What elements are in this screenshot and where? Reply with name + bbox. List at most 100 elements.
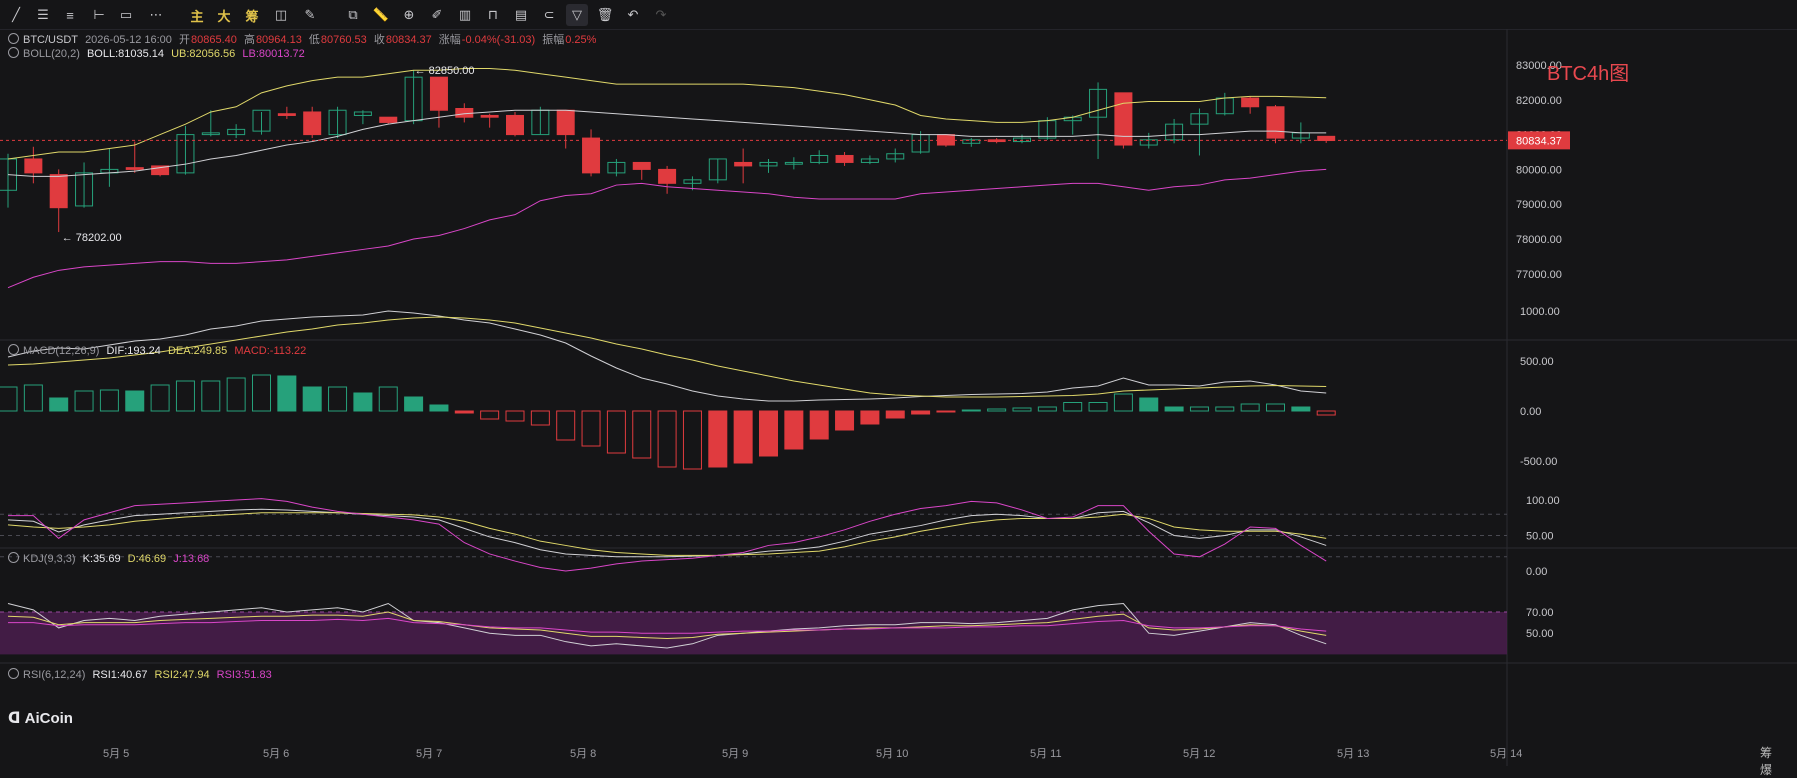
macd-histogram-bar	[226, 377, 246, 412]
redo-icon[interactable]: ↷	[650, 4, 672, 26]
macd-histogram-bar	[1240, 403, 1260, 412]
copy-icon[interactable]: ⧉	[342, 4, 364, 26]
main-indicator-button[interactable]: 主	[186, 4, 208, 26]
eye-icon[interactable]	[8, 33, 19, 44]
y-tick-label: 80000.00	[1516, 164, 1562, 176]
undo-icon[interactable]: ↶	[622, 4, 644, 26]
macd-histogram-bar	[759, 410, 778, 457]
x-tick-label: 5月 7	[416, 748, 442, 760]
low-label: 低	[308, 34, 320, 46]
macd-histogram-bar	[556, 410, 576, 441]
x-tick-label: 5月 11	[1030, 748, 1062, 760]
chart-compare-icon[interactable]: ◫	[270, 4, 292, 26]
eye-icon[interactable]	[8, 668, 19, 679]
macd-histogram-bar	[581, 410, 601, 447]
macd-histogram-bar	[378, 386, 398, 412]
eye-icon[interactable]	[8, 47, 19, 58]
y-tick-label: 78000.00	[1516, 234, 1562, 246]
amp-label: 振幅	[542, 34, 565, 46]
candle-body	[379, 116, 398, 123]
rsi1-value: RSI1:40.67	[92, 669, 148, 681]
macd-histogram-bar	[657, 410, 677, 468]
logo-text: AiCoin	[24, 710, 73, 727]
y-tick-label: 77000.00	[1516, 269, 1562, 281]
menu-icon[interactable]: ☰	[32, 4, 54, 26]
list-icon[interactable]: ≡	[59, 4, 81, 26]
kdj-y-tick-label: 50.00	[1526, 531, 1554, 543]
macd-histogram-bar	[1266, 403, 1285, 412]
macd-histogram-bar	[911, 410, 931, 415]
macd-histogram-bar	[708, 410, 728, 468]
macd-name: MACD(12,26,9)	[23, 345, 100, 357]
aicoin-logo: ᗡ AiCoin	[8, 710, 73, 727]
macd-histogram-bar	[1088, 402, 1108, 412]
candle-body	[125, 167, 144, 170]
macd-macd-value: MACD:-113.22	[234, 345, 307, 357]
low-value: 80760.53	[320, 34, 367, 46]
horizontal-line-icon[interactable]: ⊢	[88, 4, 110, 26]
amp-value: 0.25%	[565, 34, 597, 46]
edit-icon[interactable]: ✎	[299, 4, 321, 26]
macd-histogram-bar	[175, 380, 195, 412]
line-tool-icon[interactable]: ╱	[5, 4, 27, 26]
eye-icon[interactable]	[8, 344, 19, 355]
candle-body	[734, 161, 753, 167]
macd-dea-line	[7, 316, 1327, 398]
boll-legend: BOLL(20,2) BOLL:81035.14 UB:82056.56 LB:…	[8, 47, 309, 60]
macd-histogram-bar	[99, 389, 119, 412]
x-tick-label: 5月 10	[876, 748, 908, 760]
large-order-button[interactable]: 大	[213, 4, 235, 26]
chart-area[interactable]: 83000.0082000.0081000.0080000.0079000.00…	[0, 29, 1797, 766]
open-value: 80865.40	[190, 34, 237, 46]
close-value: 80834.37	[385, 34, 432, 46]
candle-body	[303, 111, 322, 136]
macd-histogram-bar	[0, 386, 18, 412]
kdj-legend: KDJ(9,3,3) K:35.69 D:46.69 J:13.68	[8, 552, 213, 565]
trash-icon[interactable]: 🗑	[594, 4, 616, 26]
rsi-legend: RSI(6,12,24) RSI1:40.67 RSI2:47.94 RSI3:…	[8, 668, 276, 681]
boll-value: BOLL:81035.14	[86, 48, 165, 60]
kdj-name: KDJ(9,3,3)	[23, 553, 76, 565]
macd-histogram-bar	[784, 410, 804, 450]
macd-histogram-bar	[606, 410, 626, 454]
chips-button[interactable]: 筹	[241, 4, 263, 26]
rectangle-icon[interactable]: ▭	[115, 4, 137, 26]
macd-y-tick-label: 0.00	[1520, 406, 1541, 418]
macd-histogram-bar	[632, 410, 652, 459]
calendar-icon[interactable]: ▤	[510, 4, 532, 26]
macd-y-tick-label: 1000.00	[1520, 306, 1560, 318]
kdj-d-value: D:46.69	[127, 553, 167, 565]
bottom-right-buttons[interactable]: 筹 爆	[1760, 744, 1797, 778]
macd-histogram-bar	[74, 390, 94, 412]
macd-histogram-bar	[252, 374, 271, 412]
lock-icon[interactable]: ⊓	[482, 4, 504, 26]
macd-dea-value: DEA:249.85	[167, 345, 228, 357]
boll-lb-value: LB:80013.72	[242, 48, 305, 60]
rsi-y-tick-label: 50.00	[1526, 628, 1554, 640]
zoom-icon[interactable]: ⊕	[398, 4, 420, 26]
eye-icon[interactable]	[8, 552, 19, 563]
macd-histogram-bar	[987, 408, 1007, 412]
macd-histogram-bar	[1139, 397, 1159, 412]
macd-histogram-bar	[1291, 406, 1311, 412]
macd-histogram-bar	[201, 380, 221, 412]
macd-histogram-bar	[1316, 410, 1336, 416]
magnet-icon[interactable]: ⊂	[538, 4, 560, 26]
candle-body	[49, 174, 68, 209]
macd-histogram-bar	[961, 409, 981, 412]
chart-type-icon[interactable]: ▥	[454, 4, 476, 26]
x-tick-label: 5月 13	[1337, 748, 1369, 760]
dots-icon[interactable]: ⋯	[145, 4, 167, 26]
macd-histogram-bar	[1164, 406, 1184, 412]
high-label: 高	[243, 34, 255, 46]
candle-body	[1241, 97, 1260, 108]
filter-icon[interactable]: ▽	[566, 4, 588, 26]
brush-icon[interactable]: ✐	[426, 4, 448, 26]
macd-histogram-bar	[150, 384, 170, 412]
macd-histogram-bar	[530, 410, 550, 426]
macd-histogram-bar	[936, 410, 956, 413]
kdj-d-line	[7, 512, 1327, 556]
x-tick-label: 5月 5	[103, 748, 129, 760]
rsi2-value: RSI2:47.94	[154, 669, 210, 681]
ruler-icon[interactable]: 📏	[370, 4, 392, 26]
